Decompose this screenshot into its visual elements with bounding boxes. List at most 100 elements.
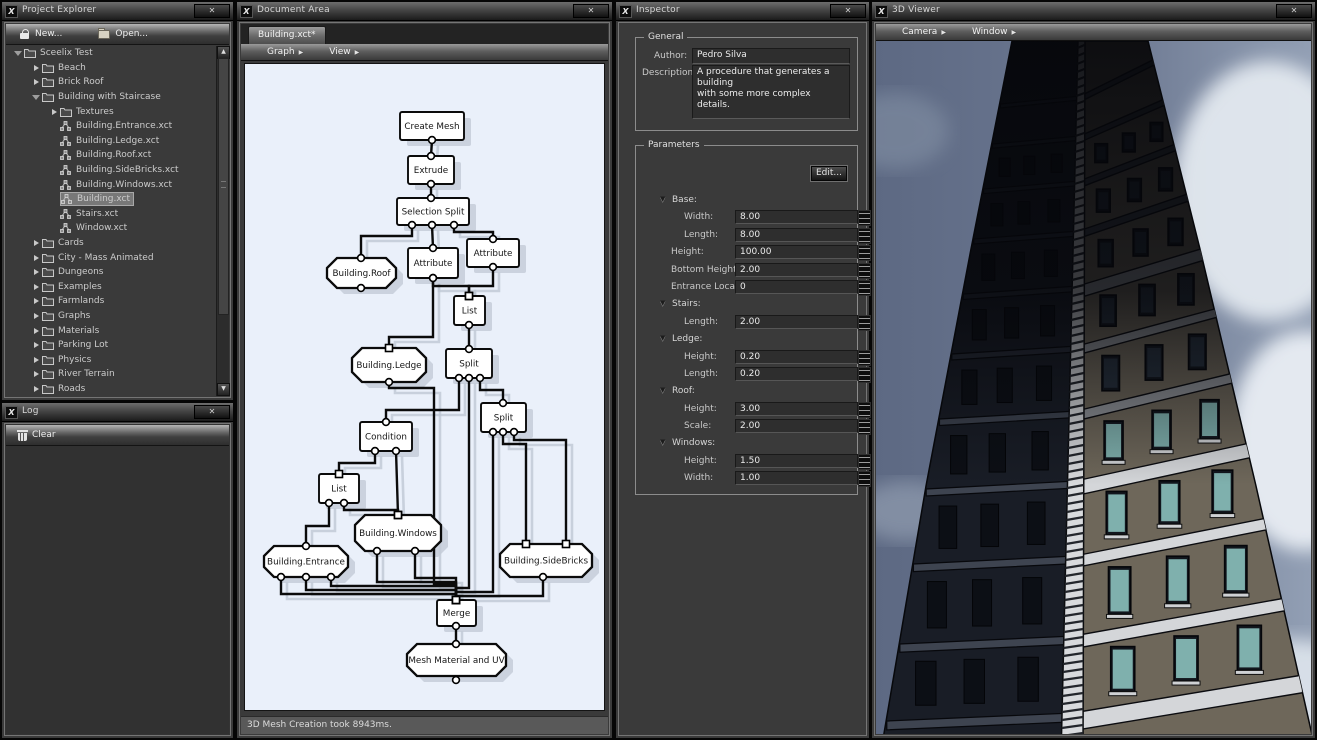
edit-parameters-button[interactable]: Edit... (811, 166, 847, 181)
collapse-icon[interactable] (30, 95, 42, 100)
graph-canvas[interactable]: Create MeshExtrudeSelection SplitAttribu… (244, 63, 605, 711)
stepper-icon[interactable] (858, 471, 871, 487)
tree-item-content[interactable]: Examples (42, 282, 105, 292)
node-port[interactable] (490, 264, 497, 271)
expand-icon[interactable] (30, 240, 42, 246)
tree-item-content[interactable]: Graphs (42, 311, 93, 321)
graph-edge[interactable] (331, 577, 456, 600)
tree-item[interactable]: Building.Entrance.xct (6, 119, 217, 134)
stepper-icon[interactable] (858, 228, 871, 244)
node-port[interactable] (456, 375, 463, 382)
tree-item[interactable]: Building.Ledge.xct (6, 134, 217, 149)
graph-node-list_1[interactable]: List (454, 296, 485, 325)
tree-item[interactable]: Graphs (6, 309, 217, 324)
tree-item[interactable]: River Terrain (6, 367, 217, 382)
expand-icon[interactable] (30, 386, 42, 392)
tree-item-content[interactable]: Sceelix Test (24, 48, 96, 58)
tree-scrollbar[interactable]: ▲ ▼ (216, 46, 229, 396)
node-port[interactable] (372, 448, 379, 455)
tree-item[interactable]: Window.xct (6, 221, 217, 236)
node-port[interactable] (303, 574, 310, 581)
node-port[interactable] (358, 255, 365, 262)
tree-item[interactable]: Physics (6, 352, 217, 367)
tree-item-content[interactable]: Building.Windows.xct (60, 180, 175, 190)
expand-icon[interactable] (30, 371, 42, 377)
parameter-value-input[interactable]: 2.00 (735, 315, 858, 329)
tree-item[interactable]: Building.xct (6, 192, 217, 207)
tree-item-content[interactable]: Stairs.xct (60, 209, 121, 219)
menu-window[interactable]: Window ▶ (972, 27, 1016, 37)
graph-edge[interactable] (396, 451, 398, 515)
tree-item-content[interactable]: Beach (42, 63, 89, 73)
tree-item-content[interactable]: Window.xct (60, 223, 130, 233)
close-icon[interactable]: ✕ (830, 4, 866, 18)
close-icon[interactable]: ✕ (1276, 4, 1312, 18)
tree-item-content[interactable]: Materials (42, 326, 102, 336)
parameter-value-input[interactable]: 8.00 (735, 228, 858, 242)
description-field[interactable]: A procedure that generates a building wi… (692, 65, 850, 119)
node-port[interactable] (326, 500, 333, 507)
tree-item[interactable]: Parking Lot (6, 338, 217, 353)
node-port[interactable] (428, 181, 435, 188)
node-port[interactable] (428, 153, 435, 160)
tree-item[interactable]: Farmlands (6, 294, 217, 309)
tree-scrollbar-thumb[interactable] (218, 58, 229, 315)
tree-item-content[interactable]: Dungeons (42, 267, 107, 277)
expand-icon[interactable] (30, 357, 42, 363)
node-port-square[interactable] (395, 512, 402, 519)
group-collapse-icon[interactable]: ▼ (660, 334, 665, 342)
expand-icon[interactable] (30, 328, 42, 334)
tree-item[interactable]: Building.Roof.xct (6, 148, 217, 163)
menu-view[interactable]: View ▶ (329, 47, 359, 57)
tree-item[interactable]: Building with Staircase (6, 90, 217, 105)
parameter-value-input[interactable]: 1.50 (735, 454, 858, 468)
tree-item-content[interactable]: Cards (42, 238, 87, 248)
node-port[interactable] (466, 375, 473, 382)
tree-item[interactable]: Sceelix Test (6, 46, 217, 61)
tree-item[interactable]: Textures (6, 104, 217, 119)
tree-item[interactable]: City - Mass Animated (6, 250, 217, 265)
expand-icon[interactable] (30, 65, 42, 71)
node-port[interactable] (303, 543, 310, 550)
group-collapse-icon[interactable]: ▼ (660, 386, 665, 394)
parameter-value-input[interactable]: 2.00 (735, 263, 858, 277)
graph-node-building_sidebricks[interactable]: Building.SideBricks (500, 544, 592, 577)
graph-node-list_2[interactable]: List (319, 474, 359, 503)
parameter-value-input[interactable]: 100.00 (735, 245, 858, 259)
tree-item-content[interactable]: Building.Entrance.xct (60, 121, 175, 131)
menu-graph[interactable]: Graph ▶ (267, 47, 303, 57)
tree-item-content[interactable]: Roads (42, 384, 88, 394)
tree-item-content[interactable]: Building.xct (60, 192, 134, 206)
expand-icon[interactable] (30, 269, 42, 275)
close-icon[interactable]: ✕ (194, 405, 230, 419)
node-port[interactable] (358, 285, 365, 292)
stepper-icon[interactable] (858, 245, 871, 261)
tree-item-content[interactable]: Physics (42, 355, 94, 365)
group-collapse-icon[interactable]: ▼ (660, 195, 665, 203)
node-port[interactable] (477, 375, 484, 382)
stepper-icon[interactable] (858, 454, 871, 470)
node-port[interactable] (430, 245, 437, 252)
graph-node-building_roof[interactable]: Building.Roof (327, 258, 396, 288)
parameter-value-input[interactable]: 1.00 (735, 471, 858, 485)
tree-item[interactable]: Beach (6, 61, 217, 76)
node-port[interactable] (466, 346, 473, 353)
stepper-icon[interactable] (858, 402, 871, 418)
expand-icon[interactable] (30, 79, 42, 85)
tree-item[interactable]: Building.Windows.xct (6, 177, 217, 192)
tree-item[interactable]: Brick Roof (6, 75, 217, 90)
tree-item[interactable]: Building.SideBricks.xct (6, 163, 217, 178)
tree-item[interactable]: Cards (6, 236, 217, 251)
group-collapse-icon[interactable]: ▼ (660, 299, 665, 307)
node-port[interactable] (409, 222, 416, 229)
tree-item-content[interactable]: Building.Roof.xct (60, 150, 154, 160)
graph-node-building_windows[interactable]: Building.Windows (355, 515, 441, 551)
node-port[interactable] (386, 379, 393, 386)
stepper-icon[interactable] (858, 315, 871, 331)
tree-item-content[interactable]: Building.SideBricks.xct (60, 165, 182, 175)
stepper-icon[interactable] (858, 419, 871, 435)
expand-icon[interactable] (48, 109, 60, 115)
author-field[interactable]: Pedro Silva (692, 48, 850, 64)
expand-icon[interactable] (30, 284, 42, 290)
node-port[interactable] (453, 677, 460, 684)
